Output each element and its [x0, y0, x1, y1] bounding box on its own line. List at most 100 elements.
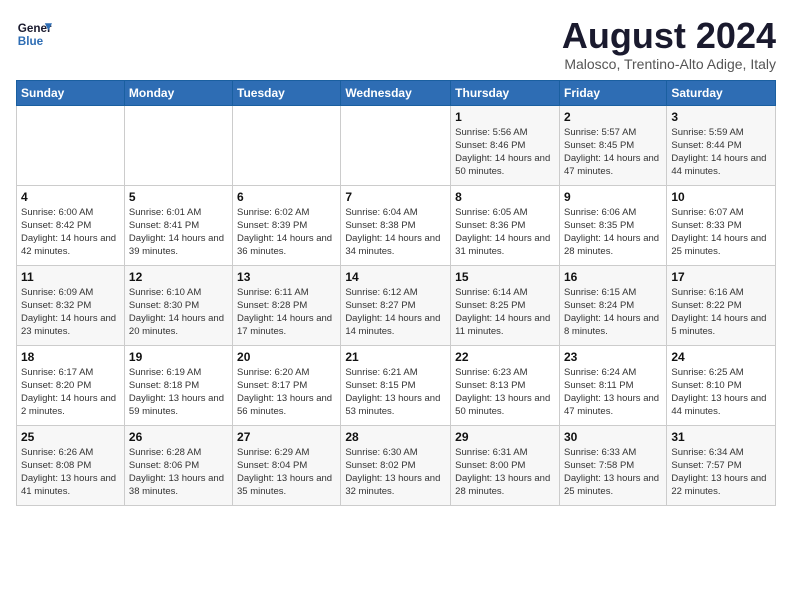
day-info: Sunrise: 6:33 AM Sunset: 7:58 PM Dayligh… — [564, 446, 662, 499]
calendar-cell: 17 Sunrise: 6:16 AM Sunset: 8:22 PM Dayli… — [667, 265, 776, 345]
day-number: 17 — [671, 270, 771, 284]
day-number: 14 — [345, 270, 446, 284]
calendar-cell: 12 Sunrise: 6:10 AM Sunset: 8:30 PM Dayli… — [124, 265, 232, 345]
calendar-cell: 3 Sunrise: 5:59 AM Sunset: 8:44 PM Daylig… — [667, 105, 776, 185]
day-info: Sunrise: 6:20 AM Sunset: 8:17 PM Dayligh… — [237, 366, 336, 419]
logo: General Blue — [16, 16, 52, 52]
day-info: Sunrise: 6:30 AM Sunset: 8:02 PM Dayligh… — [345, 446, 446, 499]
calendar-cell: 25 Sunrise: 6:26 AM Sunset: 8:08 PM Dayli… — [17, 425, 125, 505]
day-info: Sunrise: 6:16 AM Sunset: 8:22 PM Dayligh… — [671, 286, 771, 339]
day-number: 22 — [455, 350, 555, 364]
calendar-table: SundayMondayTuesdayWednesdayThursdayFrid… — [16, 80, 776, 506]
calendar-week-row: 4 Sunrise: 6:00 AM Sunset: 8:42 PM Daylig… — [17, 185, 776, 265]
day-info: Sunrise: 6:10 AM Sunset: 8:30 PM Dayligh… — [129, 286, 228, 339]
day-number: 16 — [564, 270, 662, 284]
calendar-cell: 5 Sunrise: 6:01 AM Sunset: 8:41 PM Daylig… — [124, 185, 232, 265]
logo-icon: General Blue — [16, 16, 52, 52]
day-number: 5 — [129, 190, 228, 204]
day-number: 12 — [129, 270, 228, 284]
day-number: 3 — [671, 110, 771, 124]
day-number: 31 — [671, 430, 771, 444]
day-number: 2 — [564, 110, 662, 124]
title-block: August 2024 Malosco, Trentino-Alto Adige… — [562, 16, 776, 72]
weekday-header: Thursday — [451, 80, 560, 105]
day-info: Sunrise: 6:24 AM Sunset: 8:11 PM Dayligh… — [564, 366, 662, 419]
calendar-cell: 22 Sunrise: 6:23 AM Sunset: 8:13 PM Dayli… — [451, 345, 560, 425]
weekday-header: Saturday — [667, 80, 776, 105]
day-info: Sunrise: 6:14 AM Sunset: 8:25 PM Dayligh… — [455, 286, 555, 339]
calendar-cell: 29 Sunrise: 6:31 AM Sunset: 8:00 PM Dayli… — [451, 425, 560, 505]
calendar-cell: 9Sunrise: 6:06 AM Sunset: 8:35 PM Daylig… — [559, 185, 666, 265]
day-info: Sunrise: 5:57 AM Sunset: 8:45 PM Dayligh… — [564, 126, 662, 179]
month-title: August 2024 — [562, 16, 776, 56]
day-number: 8 — [455, 190, 555, 204]
weekday-header: Friday — [559, 80, 666, 105]
day-info: Sunrise: 5:59 AM Sunset: 8:44 PM Dayligh… — [671, 126, 771, 179]
day-info: Sunrise: 6:21 AM Sunset: 8:15 PM Dayligh… — [345, 366, 446, 419]
page-header: General Blue August 2024 Malosco, Trenti… — [16, 16, 776, 72]
day-info: Sunrise: 6:01 AM Sunset: 8:41 PM Dayligh… — [129, 206, 228, 259]
location-subtitle: Malosco, Trentino-Alto Adige, Italy — [562, 56, 776, 72]
day-info: Sunrise: 6:00 AM Sunset: 8:42 PM Dayligh… — [21, 206, 120, 259]
weekday-header: Monday — [124, 80, 232, 105]
calendar-cell: 13 Sunrise: 6:11 AM Sunset: 8:28 PM Dayli… — [233, 265, 341, 345]
day-number: 19 — [129, 350, 228, 364]
day-number: 11 — [21, 270, 120, 284]
calendar-cell: 28 Sunrise: 6:30 AM Sunset: 8:02 PM Dayli… — [341, 425, 451, 505]
day-info: Sunrise: 6:26 AM Sunset: 8:08 PM Dayligh… — [21, 446, 120, 499]
calendar-cell: 21 Sunrise: 6:21 AM Sunset: 8:15 PM Dayli… — [341, 345, 451, 425]
calendar-cell — [124, 105, 232, 185]
weekday-header: Sunday — [17, 80, 125, 105]
calendar-cell: 14 Sunrise: 6:12 AM Sunset: 8:27 PM Dayli… — [341, 265, 451, 345]
day-number: 21 — [345, 350, 446, 364]
weekday-header: Wednesday — [341, 80, 451, 105]
day-info: Sunrise: 6:23 AM Sunset: 8:13 PM Dayligh… — [455, 366, 555, 419]
day-info: Sunrise: 6:28 AM Sunset: 8:06 PM Dayligh… — [129, 446, 228, 499]
day-number: 7 — [345, 190, 446, 204]
calendar-cell: 27Sunrise: 6:29 AM Sunset: 8:04 PM Dayli… — [233, 425, 341, 505]
day-number: 4 — [21, 190, 120, 204]
day-number: 25 — [21, 430, 120, 444]
day-info: Sunrise: 6:31 AM Sunset: 8:00 PM Dayligh… — [455, 446, 555, 499]
day-number: 28 — [345, 430, 446, 444]
day-info: Sunrise: 6:02 AM Sunset: 8:39 PM Dayligh… — [237, 206, 336, 259]
day-number: 1 — [455, 110, 555, 124]
calendar-cell: 20 Sunrise: 6:20 AM Sunset: 8:17 PM Dayli… — [233, 345, 341, 425]
calendar-cell: 18 Sunrise: 6:17 AM Sunset: 8:20 PM Dayli… — [17, 345, 125, 425]
calendar-cell: 24 Sunrise: 6:25 AM Sunset: 8:10 PM Dayli… — [667, 345, 776, 425]
day-info: Sunrise: 6:09 AM Sunset: 8:32 PM Dayligh… — [21, 286, 120, 339]
svg-text:Blue: Blue — [18, 35, 44, 48]
day-number: 23 — [564, 350, 662, 364]
day-info: Sunrise: 6:11 AM Sunset: 8:28 PM Dayligh… — [237, 286, 336, 339]
calendar-cell: 26 Sunrise: 6:28 AM Sunset: 8:06 PM Dayli… — [124, 425, 232, 505]
calendar-cell: 23 Sunrise: 6:24 AM Sunset: 8:11 PM Dayli… — [559, 345, 666, 425]
day-number: 29 — [455, 430, 555, 444]
day-info: Sunrise: 6:15 AM Sunset: 8:24 PM Dayligh… — [564, 286, 662, 339]
day-info: Sunrise: 6:25 AM Sunset: 8:10 PM Dayligh… — [671, 366, 771, 419]
day-info: Sunrise: 6:06 AM Sunset: 8:35 PM Dayligh… — [564, 206, 662, 259]
calendar-cell: 16 Sunrise: 6:15 AM Sunset: 8:24 PM Dayli… — [559, 265, 666, 345]
day-number: 13 — [237, 270, 336, 284]
day-number: 6 — [237, 190, 336, 204]
calendar-week-row: 11 Sunrise: 6:09 AM Sunset: 8:32 PM Dayli… — [17, 265, 776, 345]
day-info: Sunrise: 6:19 AM Sunset: 8:18 PM Dayligh… — [129, 366, 228, 419]
calendar-cell: 15Sunrise: 6:14 AM Sunset: 8:25 PM Dayli… — [451, 265, 560, 345]
day-info: Sunrise: 6:05 AM Sunset: 8:36 PM Dayligh… — [455, 206, 555, 259]
calendar-cell: 8 Sunrise: 6:05 AM Sunset: 8:36 PM Daylig… — [451, 185, 560, 265]
calendar-cell: 11 Sunrise: 6:09 AM Sunset: 8:32 PM Dayli… — [17, 265, 125, 345]
day-info: Sunrise: 5:56 AM Sunset: 8:46 PM Dayligh… — [455, 126, 555, 179]
calendar-cell: 4 Sunrise: 6:00 AM Sunset: 8:42 PM Daylig… — [17, 185, 125, 265]
day-number: 24 — [671, 350, 771, 364]
calendar-cell: 31Sunrise: 6:34 AM Sunset: 7:57 PM Dayli… — [667, 425, 776, 505]
day-number: 26 — [129, 430, 228, 444]
day-number: 10 — [671, 190, 771, 204]
day-info: Sunrise: 6:17 AM Sunset: 8:20 PM Dayligh… — [21, 366, 120, 419]
day-number: 18 — [21, 350, 120, 364]
day-info: Sunrise: 6:04 AM Sunset: 8:38 PM Dayligh… — [345, 206, 446, 259]
calendar-week-row: 1 Sunrise: 5:56 AM Sunset: 8:46 PM Daylig… — [17, 105, 776, 185]
day-info: Sunrise: 6:12 AM Sunset: 8:27 PM Dayligh… — [345, 286, 446, 339]
calendar-cell: 10 Sunrise: 6:07 AM Sunset: 8:33 PM Dayli… — [667, 185, 776, 265]
day-number: 20 — [237, 350, 336, 364]
day-info: Sunrise: 6:07 AM Sunset: 8:33 PM Dayligh… — [671, 206, 771, 259]
weekday-header-row: SundayMondayTuesdayWednesdayThursdayFrid… — [17, 80, 776, 105]
